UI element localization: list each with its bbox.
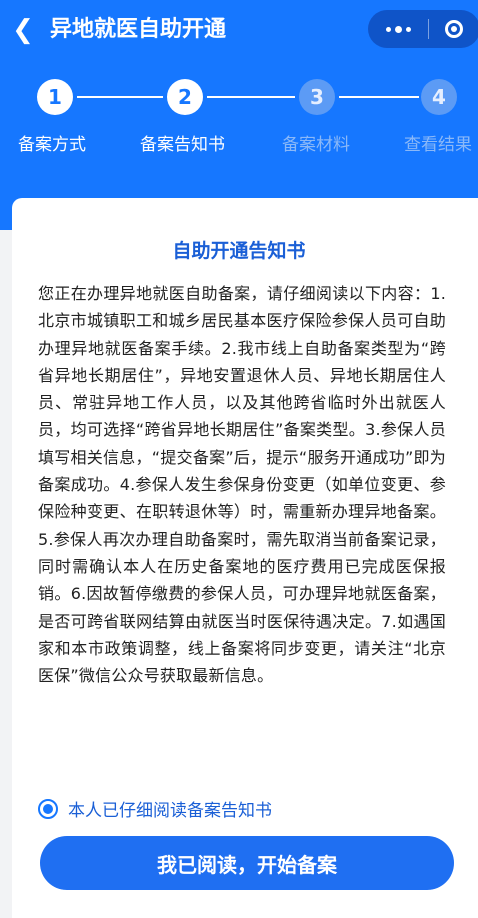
miniprogram-capsule: [368, 10, 478, 48]
notice-title: 自助开通告知书: [172, 240, 306, 262]
step-1-label: 备案方式: [18, 135, 86, 155]
step-3-label: 备案材料: [282, 135, 350, 155]
more-dots-icon[interactable]: [368, 25, 428, 33]
step-connector-2: [207, 96, 295, 98]
step-connector-1: [77, 96, 163, 98]
agree-checkbox[interactable]: 本人已仔细阅读备案告知书: [38, 796, 272, 821]
step-4-circle: 4: [421, 79, 457, 115]
step-connector-3: [339, 96, 419, 98]
step-4-label: 查看结果: [404, 135, 472, 155]
header-bar: ❮ 异地就医自助开通 1 2 3 4 备案方式 备案告知书 备案材料 查看结果: [0, 0, 478, 230]
start-filing-button[interactable]: 我已阅读，开始备案: [40, 836, 454, 890]
step-3-circle: 3: [299, 79, 335, 115]
notice-body: 您正在办理异地就医自助备案，请仔细阅读以下内容：1.北京市城镇职工和城乡居民基本…: [38, 284, 446, 686]
chevron-left-icon[interactable]: ❮: [8, 12, 38, 48]
agree-label: 本人已仔细阅读备案告知书: [68, 801, 272, 821]
radio-checked-icon[interactable]: [38, 798, 58, 819]
step-1-circle: 1: [37, 79, 73, 115]
target-close-icon[interactable]: [429, 20, 478, 38]
step-2-circle: 2: [167, 79, 203, 115]
step-2-label: 备案告知书: [140, 135, 225, 155]
page-title: 异地就医自助开通: [50, 17, 227, 42]
